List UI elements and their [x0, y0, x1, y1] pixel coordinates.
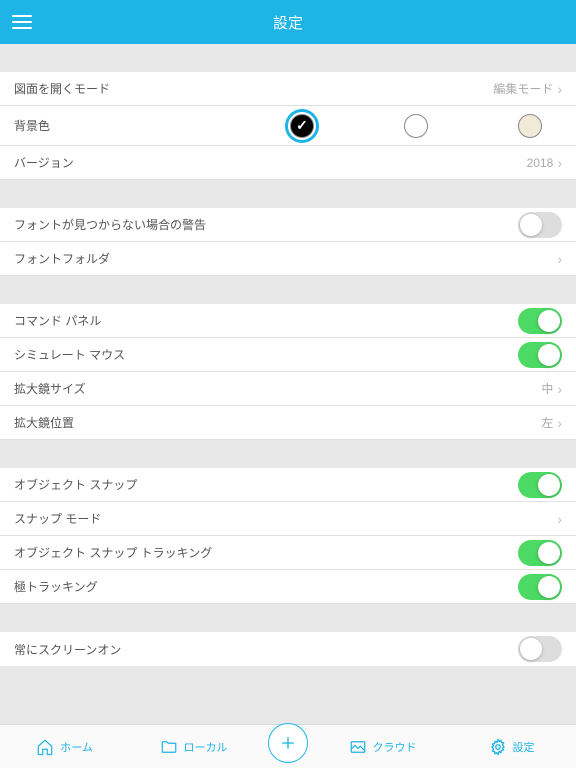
home-icon	[36, 738, 54, 756]
row-label: 拡大鏡サイズ	[14, 380, 541, 397]
row-bg-color: 背景色	[0, 106, 576, 146]
row-label: スナップ モード	[14, 510, 557, 527]
row-label: シミュレート マウス	[14, 346, 518, 363]
row-font-warning: フォントが見つからない場合の警告	[0, 208, 576, 242]
chevron-right-icon: ›	[557, 511, 562, 527]
tab-label: クラウド	[373, 739, 417, 755]
row-label: オブジェクト スナップ トラッキング	[14, 544, 518, 561]
row-simulate-mouse: シミュレート マウス	[0, 338, 576, 372]
row-value: 2018	[527, 156, 554, 170]
tabbar: ホーム ローカル クラウド 設定	[0, 724, 576, 768]
row-version[interactable]: バージョン2018›	[0, 146, 576, 180]
menu-button[interactable]	[12, 0, 32, 44]
color-swatch-1[interactable]	[404, 114, 428, 138]
row-object-snap: オブジェクト スナップ	[0, 468, 576, 502]
toggle-font-warning[interactable]	[518, 212, 562, 238]
tab-settings[interactable]: 設定	[447, 738, 576, 756]
row-screen-on: 常にスクリーンオン	[0, 632, 576, 666]
chevron-right-icon: ›	[557, 155, 562, 171]
chevron-right-icon: ›	[557, 415, 562, 431]
row-font-folder[interactable]: フォントフォルダ›	[0, 242, 576, 276]
chevron-right-icon: ›	[557, 81, 562, 97]
tab-cloud[interactable]: クラウド	[318, 738, 447, 756]
row-command-panel: コマンド パネル	[0, 304, 576, 338]
color-swatch-0[interactable]	[290, 114, 314, 138]
row-label: 極トラッキング	[14, 578, 518, 595]
row-value: 中	[541, 380, 553, 397]
row-label: フォントフォルダ	[14, 250, 557, 267]
toggle-screen-on[interactable]	[518, 636, 562, 662]
row-label: バージョン	[14, 154, 527, 171]
row-snap-mode[interactable]: スナップ モード›	[0, 502, 576, 536]
gear-icon	[489, 738, 507, 756]
toggle-object-snap-tracking[interactable]	[518, 540, 562, 566]
row-magnifier-size[interactable]: 拡大鏡サイズ中›	[0, 372, 576, 406]
toggle-simulate-mouse[interactable]	[518, 342, 562, 368]
row-label: コマンド パネル	[14, 312, 518, 329]
row-label: 常にスクリーンオン	[14, 641, 518, 658]
color-swatch-2[interactable]	[518, 114, 542, 138]
row-label: 図面を開くモード	[14, 80, 493, 97]
toggle-polar-tracking[interactable]	[518, 574, 562, 600]
tab-label: ホーム	[60, 739, 93, 755]
folder-icon	[160, 738, 178, 756]
toggle-command-panel[interactable]	[518, 308, 562, 334]
image-icon	[349, 738, 367, 756]
row-label: フォントが見つからない場合の警告	[14, 216, 518, 233]
row-magnifier-pos[interactable]: 拡大鏡位置左›	[0, 406, 576, 440]
hamburger-icon	[12, 15, 32, 29]
plus-icon	[278, 733, 298, 753]
settings-list: 図面を開くモード編集モード›背景色バージョン2018›フォントが見つからない場合…	[0, 44, 576, 724]
tab-local[interactable]: ローカル	[129, 738, 258, 756]
toggle-object-snap[interactable]	[518, 472, 562, 498]
header: 設定	[0, 0, 576, 44]
row-object-snap-tracking: オブジェクト スナップ トラッキング	[0, 536, 576, 570]
row-label: オブジェクト スナップ	[14, 476, 518, 493]
row-label: 背景色	[14, 117, 290, 134]
tab-label: 設定	[513, 739, 535, 755]
tab-home[interactable]: ホーム	[0, 738, 129, 756]
add-button[interactable]	[268, 723, 308, 763]
row-polar-tracking: 極トラッキング	[0, 570, 576, 604]
page-title: 設定	[273, 12, 303, 33]
row-value: 編集モード	[493, 80, 553, 97]
row-value: 左	[541, 414, 553, 431]
chevron-right-icon: ›	[557, 251, 562, 267]
row-open-mode[interactable]: 図面を開くモード編集モード›	[0, 72, 576, 106]
chevron-right-icon: ›	[557, 381, 562, 397]
row-label: 拡大鏡位置	[14, 414, 541, 431]
tab-label: ローカル	[184, 739, 228, 755]
